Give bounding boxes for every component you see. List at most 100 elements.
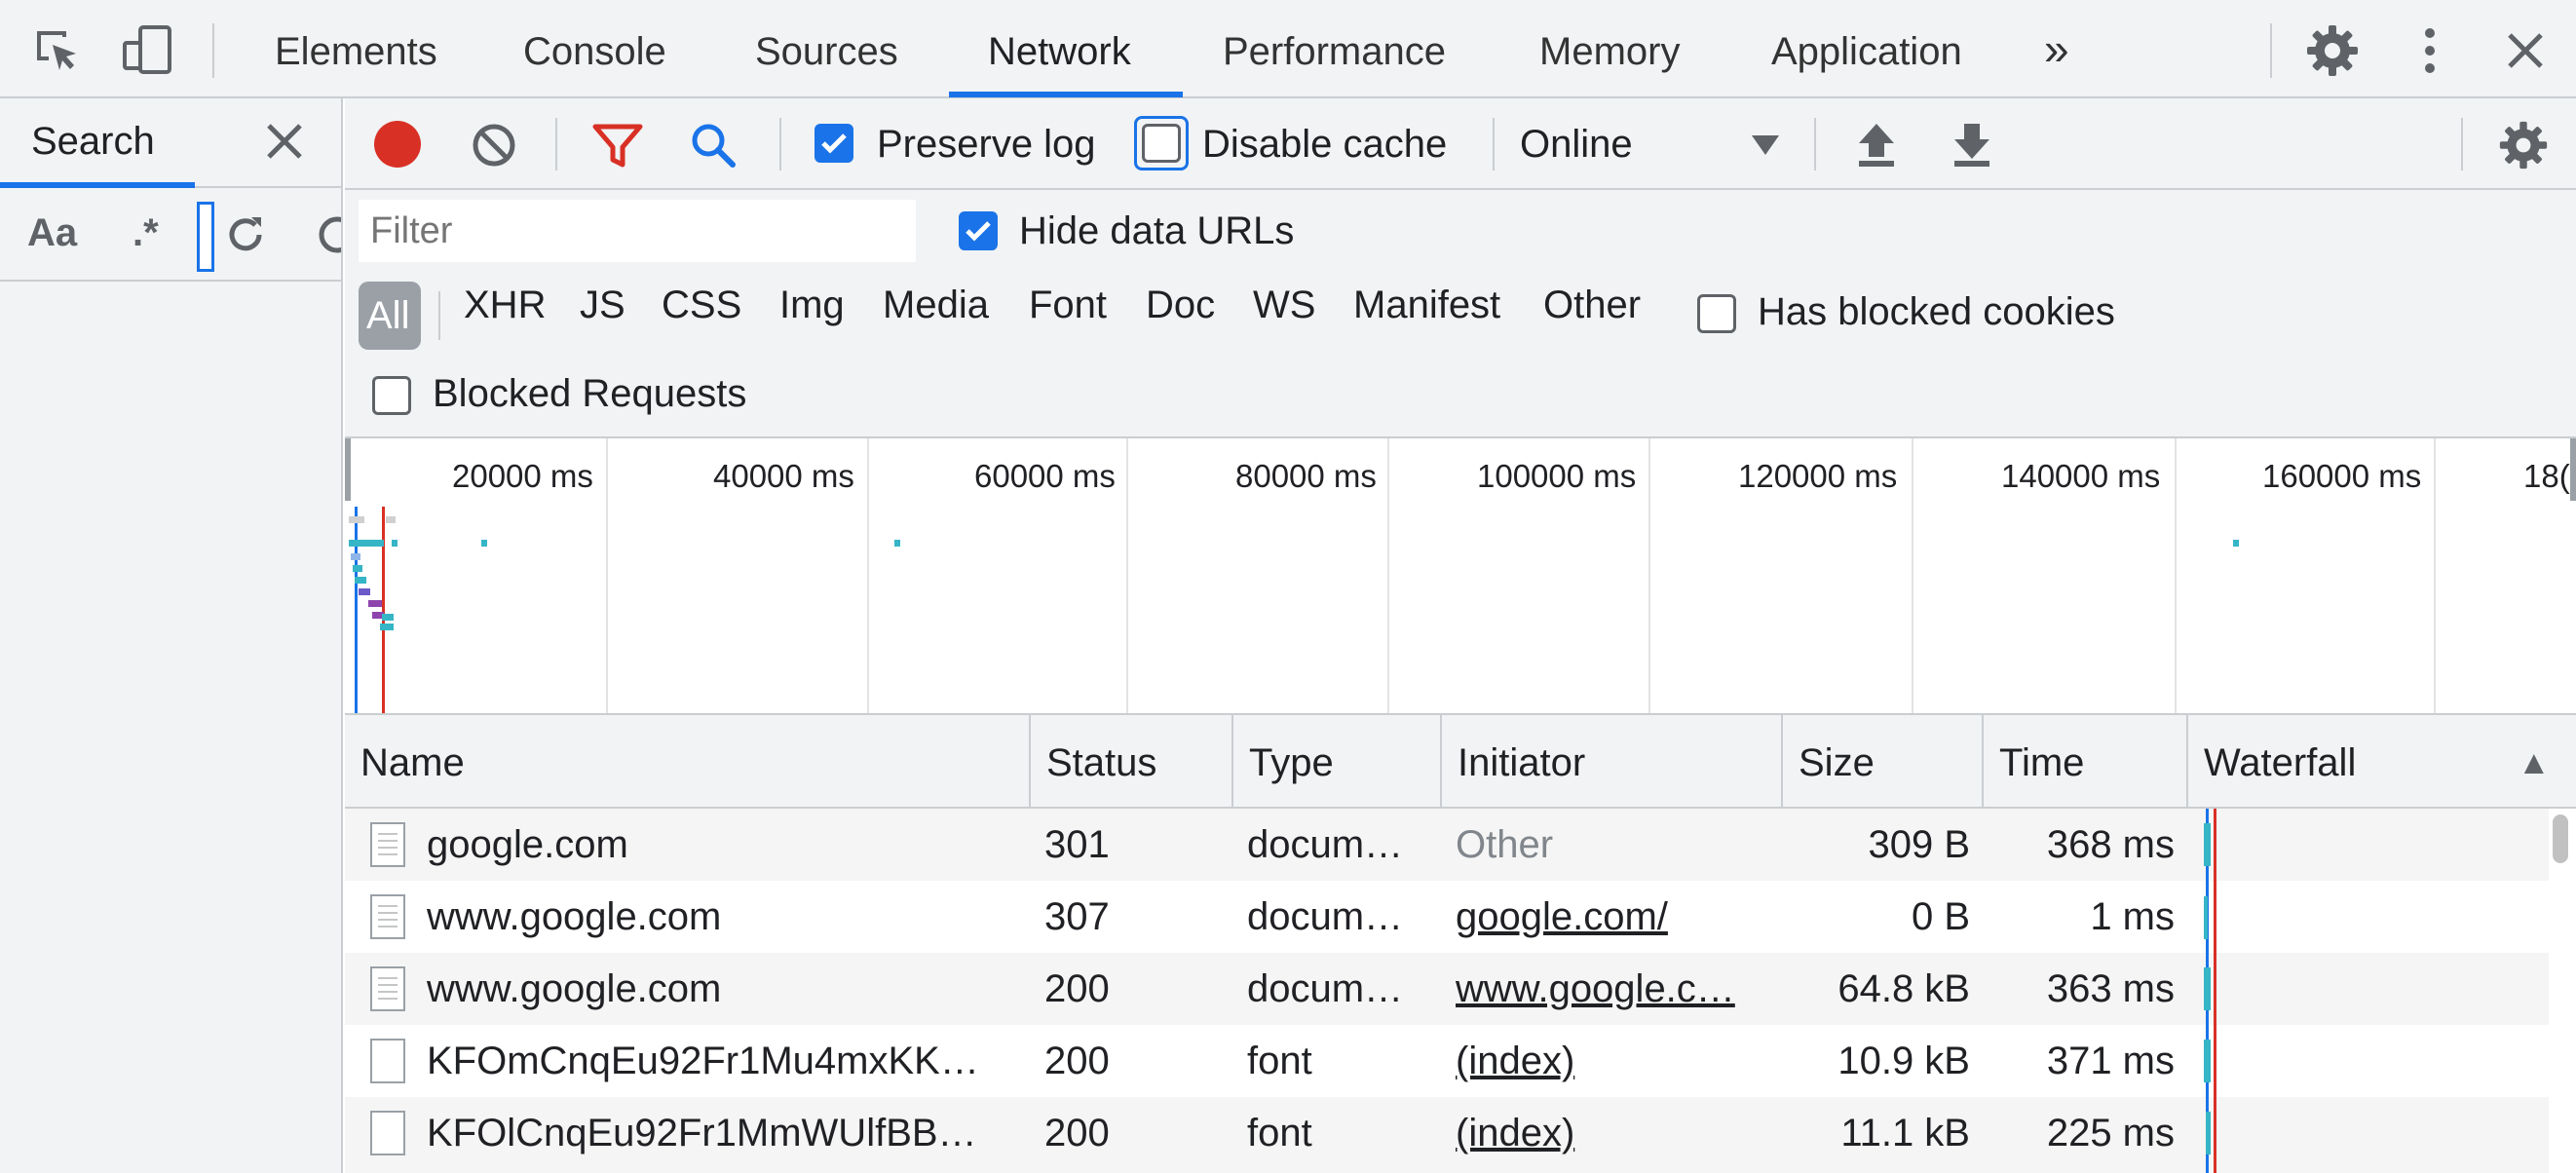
request-time: 371 ms (2046, 1040, 2175, 1082)
column-header-type[interactable]: Type (1233, 715, 1442, 809)
table-row[interactable]: www.google.com 200 docum… www.google.c… … (345, 953, 2576, 1025)
overview-right-handle[interactable] (2570, 438, 2576, 501)
document-file-icon (370, 966, 405, 1011)
search-input[interactable] (197, 202, 214, 272)
table-row[interactable]: google.com 301 docum… Other 309 B 368 ms (345, 809, 2576, 881)
request-name: KFOmCnqEu92Fr1Mu4mxKK… (427, 1040, 979, 1082)
type-filter-all[interactable]: All (359, 282, 421, 350)
document-file-icon (370, 822, 405, 867)
column-header-time[interactable]: Time (1984, 715, 2188, 809)
has-blocked-cookies-label: Has blocked cookies (1758, 290, 2115, 333)
close-drawer-icon[interactable] (265, 122, 308, 165)
scrollbar-thumb[interactable] (2553, 814, 2568, 863)
tick-label: 18( (2523, 458, 2570, 494)
overview-request-bar (351, 553, 360, 560)
clear-log-icon[interactable] (472, 123, 516, 168)
preserve-log-label: Preserve log (877, 123, 1096, 166)
request-initiator: Other (1456, 823, 1554, 866)
tab-elements[interactable]: Elements (275, 0, 437, 98)
type-filter-img[interactable]: Img (779, 284, 845, 327)
disable-cache-checkbox[interactable] (1142, 124, 1181, 163)
waterfall-load-line (2214, 809, 2216, 1173)
type-filter-all-label: All (366, 294, 410, 337)
inspect-element-icon[interactable] (27, 21, 86, 80)
table-row[interactable]: KFOlCnqEu92Fr1MmWUlfBB… 200 font (index)… (345, 1097, 2576, 1173)
tick-label: 100000 ms (1477, 458, 1637, 494)
table-row[interactable]: www.google.com 307 docum… google.com/ 0 … (345, 881, 2576, 953)
more-tabs-button[interactable]: » (2044, 0, 2069, 98)
more-vertical-icon[interactable] (2401, 21, 2459, 80)
type-filter-css[interactable]: CSS (662, 284, 741, 327)
tick-label: 160000 ms (2262, 458, 2422, 494)
overview-request-bar (380, 624, 394, 630)
tab-performance[interactable]: Performance (1223, 0, 1446, 98)
request-name: google.com (427, 823, 628, 866)
waterfall-bar (2204, 1040, 2211, 1082)
type-filter-xhr[interactable]: XHR (464, 284, 546, 327)
search-tab[interactable]: Search (31, 120, 155, 164)
tab-application[interactable]: Application (1771, 0, 1962, 98)
blocked-requests-checkbox[interactable] (372, 376, 411, 415)
request-status: 200 (1044, 1112, 1110, 1154)
type-filter-js[interactable]: JS (580, 284, 625, 327)
request-name: KFOlCnqEu92Fr1MmWUlfBB… (427, 1112, 977, 1154)
close-devtools-icon[interactable] (2496, 21, 2555, 80)
request-initiator-link[interactable]: (index) (1456, 1097, 1777, 1169)
request-size: 309 B (1868, 823, 1970, 866)
request-initiator-link[interactable]: google.com/ (1456, 881, 1777, 953)
preserve-log-checkbox[interactable] (814, 124, 853, 163)
match-case-toggle[interactable]: Aa (27, 211, 77, 255)
filter-icon[interactable] (592, 124, 643, 169)
tab-memory[interactable]: Memory (1539, 0, 1680, 98)
requests-table-header: Name Status Type Initiator Size Time Wat… (345, 715, 2576, 809)
clear-icon[interactable] (314, 211, 341, 258)
export-har-icon[interactable] (1951, 122, 1993, 169)
tab-console[interactable]: Console (523, 0, 666, 98)
column-header-status[interactable]: Status (1031, 715, 1233, 809)
sort-ascending-icon[interactable]: ▲ (2502, 715, 2560, 809)
overview-left-handle[interactable] (345, 438, 351, 501)
tab-network[interactable]: Network (988, 0, 1131, 98)
type-filter-ws[interactable]: WS (1253, 284, 1315, 327)
overview-request-bar (894, 540, 900, 547)
column-header-size[interactable]: Size (1783, 715, 1984, 809)
hide-data-urls-checkbox[interactable] (959, 211, 998, 250)
type-filter-other[interactable]: Other (1543, 284, 1641, 327)
network-settings-gear-icon[interactable] (2498, 120, 2549, 170)
refresh-icon[interactable] (222, 211, 269, 258)
type-filter-font[interactable]: Font (1029, 284, 1107, 327)
record-icon[interactable] (374, 121, 421, 168)
request-initiator-link[interactable]: www.google.c… (1456, 953, 1777, 1025)
type-filter-manifest[interactable]: Manifest (1353, 284, 1500, 327)
column-header-initiator[interactable]: Initiator (1442, 715, 1783, 809)
search-options-bar: Aa .* (0, 188, 341, 282)
vertical-scrollbar[interactable] (2549, 809, 2576, 1173)
column-header-name[interactable]: Name (345, 715, 1031, 809)
request-initiator-link[interactable]: (index) (1456, 1025, 1777, 1097)
document-file-icon (370, 894, 405, 939)
table-row[interactable]: KFOmCnqEu92Fr1Mu4mxKK… 200 font (index) … (345, 1025, 2576, 1097)
device-toolbar-icon[interactable] (119, 21, 177, 80)
throttling-select[interactable]: Online (1510, 108, 1802, 180)
overview-request-bar (349, 516, 364, 523)
settings-gear-icon[interactable] (2303, 21, 2362, 80)
type-filter-media[interactable]: Media (883, 284, 989, 327)
network-toolbar: Preserve log Disable cache Online (345, 98, 2576, 190)
search-drawer: Search Aa .* (0, 98, 343, 1173)
tab-sources[interactable]: Sources (755, 0, 898, 98)
filter-input[interactable] (359, 200, 916, 262)
timeline-overview[interactable]: 20000 ms 40000 ms 60000 ms 80000 ms 1000… (345, 438, 2576, 715)
import-har-icon[interactable] (1855, 122, 1898, 169)
overview-request-bar (359, 588, 370, 595)
request-time: 363 ms (2046, 967, 2175, 1010)
regex-toggle[interactable]: .* (133, 211, 159, 255)
request-size: 11.1 kB (1840, 1112, 1970, 1154)
waterfall-bar (2204, 967, 2211, 1010)
column-header-waterfall[interactable]: Waterfall (2188, 715, 2481, 809)
type-filter-doc[interactable]: Doc (1146, 284, 1215, 327)
search-icon[interactable] (690, 122, 737, 169)
request-status: 307 (1044, 895, 1110, 938)
has-blocked-cookies-checkbox[interactable] (1697, 294, 1736, 333)
request-type: docum… (1247, 823, 1404, 866)
chevron-down-icon (1752, 135, 1779, 155)
